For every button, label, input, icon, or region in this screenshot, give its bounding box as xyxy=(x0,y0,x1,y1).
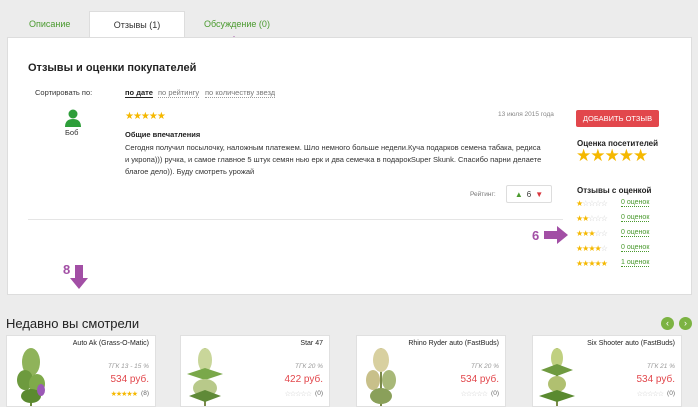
plant-image-icon xyxy=(17,348,45,406)
rating-2-link[interactable]: 0 оценок xyxy=(621,214,650,222)
rating-1-stars: ★☆☆☆☆ xyxy=(576,199,608,208)
product-stars: ☆☆☆☆☆ xyxy=(636,391,664,398)
product-card[interactable]: Auto Ak (Grass-O-Matic) ТГК 13 - 15 % 53… xyxy=(6,335,156,407)
rating-box: ▲ 6 ▼ xyxy=(506,185,552,203)
product-card[interactable]: Six Shooter auto (FastBuds) ТГК 21 % 534… xyxy=(532,335,682,407)
section-title: Отзывы и оценки покупателей xyxy=(28,62,197,74)
rating-3-stars: ★★★☆☆ xyxy=(576,229,608,238)
add-review-button[interactable]: ДОБАВИТЬ ОТЗЫВ xyxy=(576,110,659,127)
rating-5-stars: ★★★★★ xyxy=(576,259,608,268)
product-stars: ☆☆☆☆☆ xyxy=(284,391,312,398)
product-price: 534 руб. xyxy=(460,374,499,385)
plant-image-icon xyxy=(539,348,575,406)
annotation-arrow-right-icon xyxy=(544,226,568,244)
product-thc: ТГК 20 % xyxy=(295,363,323,370)
visitor-rating-stars: ★★★★★ xyxy=(576,146,648,165)
rating-1-link[interactable]: 0 оценок xyxy=(621,199,650,207)
product-card[interactable]: Rhino Ryder auto (FastBuds) ТГК 20 % 534… xyxy=(356,335,506,407)
review-author: Боб xyxy=(65,128,79,137)
rating-label: Рейтинг: xyxy=(470,191,496,198)
product-thc: ТГК 20 % xyxy=(471,363,499,370)
thumbs-down-icon[interactable]: ▼ xyxy=(535,190,543,199)
annotation-arrow-down-icon xyxy=(70,265,88,289)
review-stars: ★★★★★ xyxy=(125,111,166,122)
product-name[interactable]: Star 47 xyxy=(300,340,323,347)
tab-bar: Описание Отзывы (1) Обсуждение (0) xyxy=(7,11,692,38)
product-name[interactable]: Rhino Ryder auto (FastBuds) xyxy=(408,340,499,347)
rating-4-stars: ★★★★☆ xyxy=(576,244,608,253)
sort-by-date[interactable]: по дате xyxy=(125,88,153,98)
product-card[interactable]: Star 47 ТГК 20 % 422 руб. ☆☆☆☆☆ (0) xyxy=(180,335,330,407)
product-thc: ТГК 21 % xyxy=(647,363,675,370)
review-title: Общие впечатления xyxy=(125,130,201,139)
rating-5-link[interactable]: 1 оценок xyxy=(621,259,650,267)
tab-discussion[interactable]: Обсуждение (0) xyxy=(192,11,282,37)
product-review-count: (0) xyxy=(667,390,675,397)
sort-label: Сортировать по: xyxy=(35,88,93,97)
product-review-count: (0) xyxy=(491,390,499,397)
product-price: 534 руб. xyxy=(636,374,675,385)
tab-reviews[interactable]: Отзывы (1) xyxy=(89,11,185,38)
reviews-panel: Отзывы и оценки покупателей Сортировать … xyxy=(7,37,692,295)
product-price: 534 руб. xyxy=(110,374,149,385)
review-text: Сегодня получил посылочку, наложным плат… xyxy=(125,143,542,176)
review-date: 13 июля 2015 года xyxy=(498,111,554,118)
product-stars: ★★★★★ xyxy=(110,391,138,398)
tab-description[interactable]: Описание xyxy=(17,11,82,37)
with-rating-label: Отзывы с оценкой xyxy=(577,186,652,195)
carousel-prev-button[interactable]: ‹ xyxy=(661,317,674,330)
plant-image-icon xyxy=(187,348,223,406)
carousel-next-button[interactable]: › xyxy=(679,317,692,330)
sort-by-rating[interactable]: по рейтингу xyxy=(158,88,200,98)
product-name[interactable]: Six Shooter auto (FastBuds) xyxy=(587,340,675,347)
divider xyxy=(28,219,563,220)
rating-4-link[interactable]: 0 оценок xyxy=(621,244,650,252)
rating-2-stars: ★★☆☆☆ xyxy=(576,214,608,223)
product-price: 422 руб. xyxy=(284,374,323,385)
user-avatar-icon xyxy=(65,109,81,127)
product-review-count: (8) xyxy=(141,390,149,397)
product-name[interactable]: Auto Ak (Grass-O-Matic) xyxy=(73,340,149,347)
sort-by-stars[interactable]: по количеству звезд xyxy=(205,88,276,98)
plant-image-icon xyxy=(366,348,396,406)
product-thc: ТГК 13 - 15 % xyxy=(108,363,149,370)
recently-viewed-title: Недавно вы смотрели xyxy=(6,316,140,331)
thumbs-up-icon[interactable]: ▲ xyxy=(515,190,523,199)
rating-value: 6 xyxy=(526,189,532,199)
rating-3-link[interactable]: 0 оценок xyxy=(621,229,650,237)
product-stars: ☆☆☆☆☆ xyxy=(460,391,488,398)
annotation-6: 6 xyxy=(532,228,540,243)
product-review-count: (0) xyxy=(315,390,323,397)
